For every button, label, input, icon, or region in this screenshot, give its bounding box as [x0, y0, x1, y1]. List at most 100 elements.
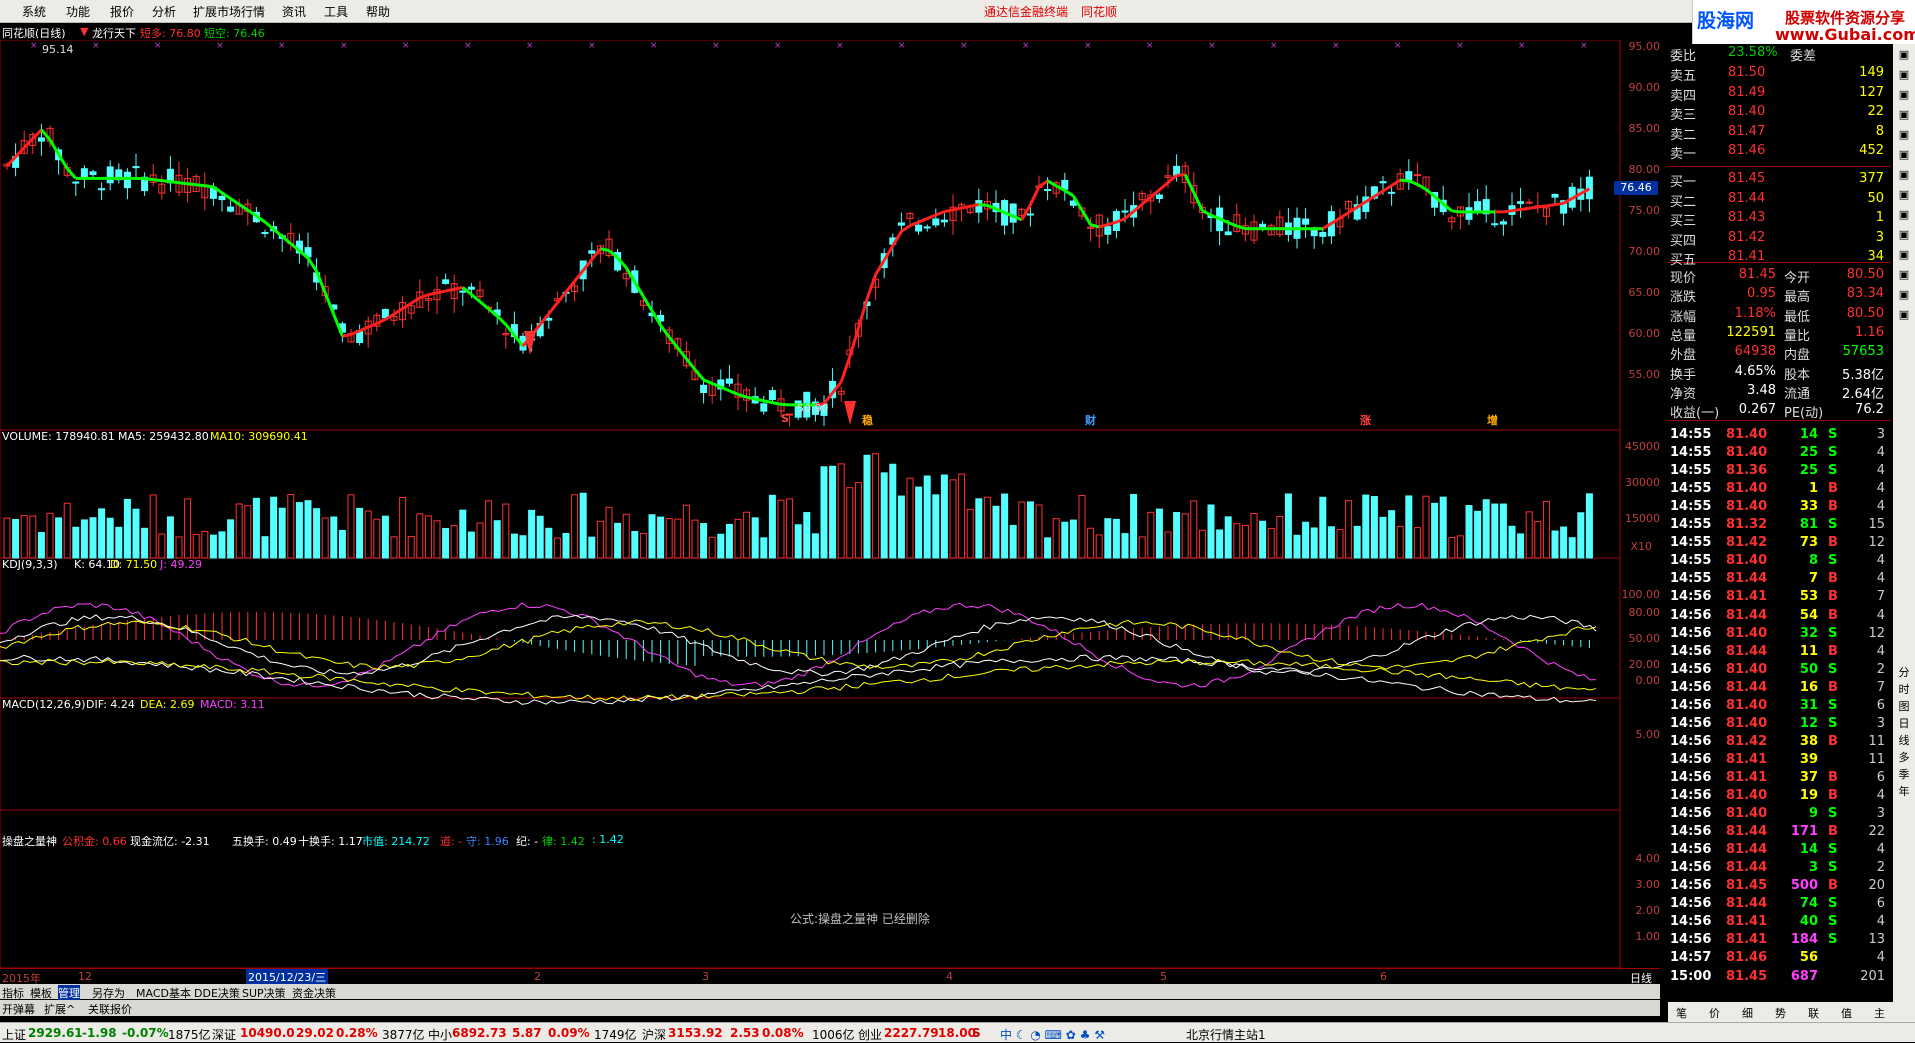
- volume-bar: [434, 521, 440, 558]
- marker-x: ×: [340, 41, 348, 51]
- event-marker[interactable]: S: [781, 412, 789, 425]
- stock-title[interactable]: 同花顺(日线): [2, 25, 66, 41]
- toolbar-icon[interactable]: ▣: [1893, 88, 1915, 106]
- panel-tab[interactable]: 主: [1874, 1005, 1885, 1021]
- sz-name[interactable]: 深证: [212, 1026, 236, 1043]
- toolbar-icon[interactable]: ▣: [1893, 108, 1915, 126]
- menu-help[interactable]: 帮助: [366, 3, 390, 20]
- bid-row[interactable]: 买四81.423: [1668, 229, 1890, 247]
- tab-macd[interactable]: MACD基本: [136, 985, 191, 1001]
- tick-price: 81.40: [1726, 662, 1767, 677]
- side-tab[interactable]: 时: [1893, 681, 1915, 699]
- bid-row[interactable]: 买一81.45377: [1668, 170, 1890, 188]
- toolbar-icon[interactable]: ▣: [1893, 168, 1915, 186]
- tab-template[interactable]: 模板: [30, 985, 52, 1001]
- event-marker[interactable]: 涨: [1360, 412, 1371, 428]
- side-tab[interactable]: 年: [1893, 783, 1915, 801]
- server-status[interactable]: 北京行情主站1: [1186, 1026, 1266, 1043]
- side-tab[interactable]: 分: [1893, 664, 1915, 682]
- toolbar-icon[interactable]: ▣: [1893, 208, 1915, 226]
- toolbar-icon[interactable]: ▣: [1893, 128, 1915, 146]
- panel-tab[interactable]: 价: [1709, 1005, 1720, 1021]
- toolbar-icon[interactable]: ▣: [1893, 248, 1915, 266]
- signal-arrow-icon: [844, 401, 856, 425]
- ask-row[interactable]: 卖五81.50149: [1668, 64, 1890, 82]
- tick-count: 4: [1853, 914, 1885, 929]
- tab-manage[interactable]: 管理: [58, 985, 80, 1001]
- panel-tab[interactable]: 笔: [1676, 1005, 1687, 1021]
- toolbar-icon[interactable]: ▣: [1893, 68, 1915, 86]
- toolbar-icon[interactable]: ▣: [1893, 288, 1915, 306]
- formula-field: 律: 1.42: [542, 833, 585, 849]
- menu-quote[interactable]: 报价: [110, 3, 134, 20]
- toolbar-icon[interactable]: ▣: [1893, 228, 1915, 246]
- kdj-tick: 80.00: [1618, 606, 1660, 619]
- event-marker[interactable]: 稳: [862, 412, 873, 428]
- hs-name[interactable]: 沪深: [642, 1026, 666, 1043]
- ask-row[interactable]: 卖四81.49127: [1668, 84, 1890, 102]
- toolbar-icon[interactable]: ▣: [1893, 268, 1915, 286]
- tab-indicator[interactable]: 指标: [2, 985, 24, 1001]
- volume-bar: [1328, 527, 1334, 558]
- event-marker[interactable]: 财: [1085, 412, 1096, 428]
- volume-bar: [494, 521, 500, 558]
- menu-analysis[interactable]: 分析: [152, 3, 176, 20]
- side-tab[interactable]: 图: [1893, 698, 1915, 716]
- bid-row[interactable]: 买三81.431: [1668, 209, 1890, 227]
- side-tab[interactable]: 季: [1893, 766, 1915, 784]
- right-bottom-tabs: 笔价细势联值主: [1668, 1002, 1915, 1022]
- formula-field: 纪: -: [516, 833, 538, 849]
- kline-chart[interactable]: ××××××××××××××××××××××××××: [0, 40, 1660, 1015]
- cy-name[interactable]: 创业: [858, 1026, 882, 1043]
- bid-row[interactable]: 买二81.4450: [1668, 190, 1890, 208]
- ma-line-segment: [360, 327, 369, 331]
- marker-x: ×: [898, 41, 906, 51]
- toolbar-icon[interactable]: ▣: [1893, 308, 1915, 326]
- tick-volume: 33: [1778, 499, 1818, 514]
- side-tab[interactable]: 多: [1893, 749, 1915, 767]
- zx-name[interactable]: 中小: [428, 1026, 452, 1043]
- dropdown-icon[interactable]: ▼: [80, 25, 88, 38]
- panel-tab[interactable]: 值: [1841, 1005, 1852, 1021]
- ime-toolbar-icon[interactable]: 中 ☾ ◔ ⌨ ✿ ♣ ⚒: [1000, 1026, 1105, 1043]
- tab-dde[interactable]: DDE决策: [194, 985, 240, 1001]
- menu-extended-market[interactable]: 扩展市场行情: [193, 3, 265, 20]
- sh-name[interactable]: 上证: [2, 1026, 26, 1043]
- ime-logo-icon[interactable]: S: [972, 1026, 981, 1040]
- volume-bar: [460, 510, 466, 558]
- panel-tab[interactable]: 联: [1808, 1005, 1819, 1021]
- toolbar-icon[interactable]: ▣: [1893, 148, 1915, 166]
- tab-fund[interactable]: 资金决策: [292, 985, 336, 1001]
- tick-side: S: [1828, 626, 1837, 641]
- panel-tab[interactable]: 细: [1742, 1005, 1753, 1021]
- tab-sup[interactable]: SUP决策: [242, 985, 286, 1001]
- side-tab[interactable]: 日: [1893, 715, 1915, 733]
- tick-price: 81.40: [1726, 427, 1767, 442]
- bid-row[interactable]: 买五81.4134: [1668, 248, 1890, 266]
- toolbar-icon[interactable]: ▣: [1893, 188, 1915, 206]
- tab-save-as[interactable]: 另存为: [92, 985, 125, 1001]
- side-tab[interactable]: 线: [1893, 732, 1915, 750]
- event-marker[interactable]: 增: [1487, 412, 1498, 428]
- menu-system[interactable]: 系统: [22, 3, 46, 20]
- menu-news[interactable]: 资讯: [282, 3, 306, 20]
- ask-row[interactable]: 卖一81.46452: [1668, 142, 1890, 160]
- tick-price: 81.45: [1726, 878, 1767, 893]
- marker-x: ×: [588, 41, 596, 51]
- stat-row: 总量122591量比1.16: [1668, 324, 1890, 342]
- toolbar-icon[interactable]: ▣: [1893, 48, 1915, 66]
- tab-extend[interactable]: 扩展^: [44, 1001, 75, 1017]
- menu-tools[interactable]: 工具: [324, 3, 348, 20]
- tab-related-quote[interactable]: 关联报价: [88, 1001, 132, 1017]
- tab-danmaku[interactable]: 开弹幕: [2, 1001, 35, 1017]
- panel-tab[interactable]: 势: [1775, 1005, 1786, 1021]
- ask-row[interactable]: 卖二81.478: [1668, 123, 1890, 141]
- ma-line-segment: [953, 208, 962, 210]
- tick-volume: 14: [1778, 427, 1818, 442]
- ask-row[interactable]: 卖三81.4022: [1668, 103, 1890, 121]
- ma-line-segment: [1194, 193, 1203, 211]
- stat-value: 2.64亿: [1828, 383, 1884, 402]
- menu-function[interactable]: 功能: [66, 3, 90, 20]
- indicator-name[interactable]: 龙行天下: [92, 25, 136, 41]
- volume-bar: [976, 499, 982, 558]
